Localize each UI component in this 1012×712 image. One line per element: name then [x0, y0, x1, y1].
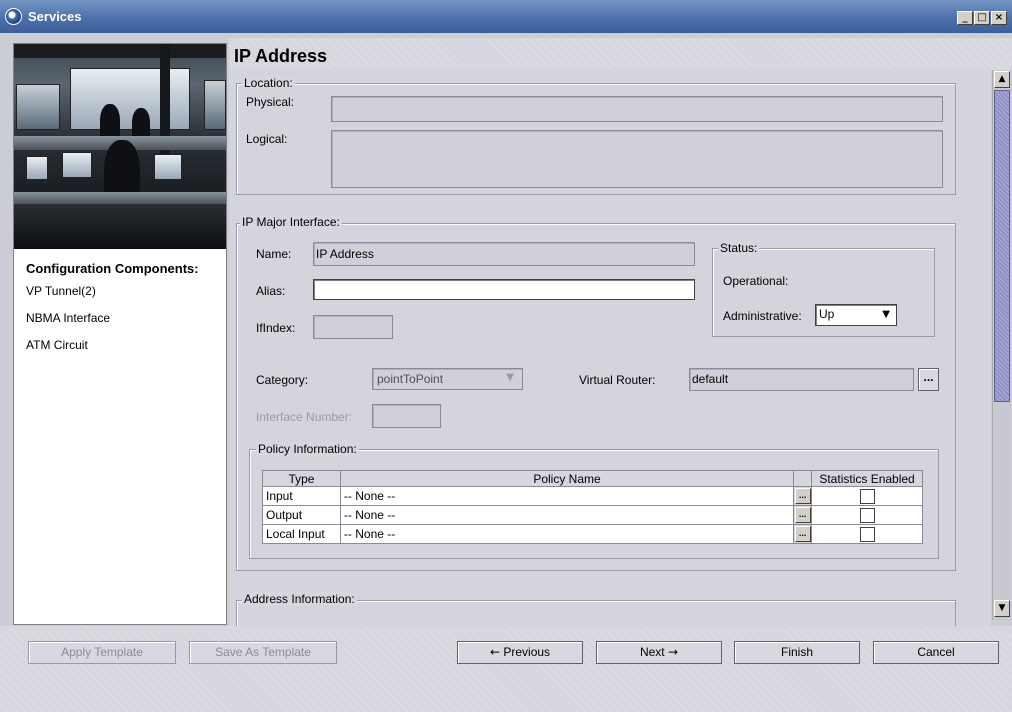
logical-label: Logical:: [246, 132, 288, 146]
policy-table: Type Policy Name Statistics Enabled Inpu…: [262, 470, 923, 544]
virtual-router-browse-button[interactable]: ...: [918, 368, 939, 391]
name-field[interactable]: IP Address: [313, 242, 695, 266]
left-panel: Configuration Components: VP Tunnel(2) N…: [13, 43, 227, 625]
policy-name-cell[interactable]: -- None --: [339, 524, 795, 544]
cancel-button[interactable]: Cancel: [873, 641, 999, 664]
statistics-enabled-cell: [811, 486, 923, 506]
policy-browse-cell: ...: [793, 524, 813, 544]
statistics-enabled-cell: [811, 524, 923, 544]
operational-label: Operational:: [723, 274, 789, 288]
scroll-down-button[interactable]: ▼: [994, 600, 1010, 617]
policy-name-cell[interactable]: -- None --: [339, 505, 795, 525]
physical-field[interactable]: [331, 96, 943, 122]
table-row[interactable]: Output -- None -- ...: [262, 505, 923, 525]
maximize-button[interactable]: □: [974, 11, 990, 25]
configuration-components-heading: Configuration Components:: [26, 261, 199, 276]
next-button[interactable]: Next →: [596, 641, 722, 664]
administrative-label: Administrative:: [723, 309, 802, 323]
table-row[interactable]: Input -- None -- ...: [262, 486, 923, 506]
apply-template-button[interactable]: Apply Template: [28, 641, 176, 664]
finish-button[interactable]: Finish: [734, 641, 860, 664]
component-item-nbma-interface[interactable]: NBMA Interface: [26, 311, 110, 325]
policy-browse-button[interactable]: ...: [794, 507, 811, 523]
statistics-enabled-checkbox[interactable]: [859, 507, 875, 523]
component-item-atm-circuit[interactable]: ATM Circuit: [26, 338, 88, 352]
administrative-select[interactable]: Up ▼: [815, 304, 897, 326]
policy-type-cell: Output: [262, 505, 341, 525]
statistics-enabled-checkbox[interactable]: [859, 526, 875, 542]
policy-type-cell: Input: [262, 486, 341, 506]
ifindex-label: IfIndex:: [256, 321, 296, 335]
scroll-thumb[interactable]: [994, 90, 1010, 402]
policy-browse-cell: ...: [793, 505, 813, 525]
next-label: Next: [639, 645, 665, 659]
header-strip: [229, 38, 1012, 70]
administrative-value: Up: [819, 307, 835, 321]
previous-button[interactable]: ← Previous: [457, 641, 583, 664]
minimize-button[interactable]: _: [957, 11, 973, 25]
logical-field[interactable]: [331, 130, 943, 188]
alias-label: Alias:: [256, 284, 286, 298]
arrow-right-icon: →: [667, 645, 679, 659]
arrow-left-icon: ←: [489, 645, 501, 659]
ifindex-field[interactable]: [313, 315, 393, 339]
title-bar[interactable]: Services _ □ ×: [0, 0, 1012, 33]
status-legend: Status:: [718, 241, 760, 255]
policy-browse-button[interactable]: ...: [794, 488, 811, 504]
vertical-scrollbar[interactable]: ▲ ▼: [992, 70, 1011, 620]
services-globe-icon: [5, 8, 22, 25]
previous-label: Previous: [503, 645, 551, 659]
interface-number-field[interactable]: [372, 404, 441, 428]
ip-major-interface-legend: IP Major Interface:: [240, 215, 342, 229]
form-content: Location: Physical: Logical: IP Major In…: [229, 70, 991, 626]
policy-browse-button[interactable]: ...: [794, 526, 811, 542]
scroll-up-button[interactable]: ▲: [994, 71, 1010, 88]
close-button[interactable]: ×: [991, 11, 1007, 25]
policy-type-cell: Local Input: [262, 524, 341, 544]
address-information-legend: Address Information:: [242, 592, 357, 606]
statistics-enabled-checkbox[interactable]: [859, 488, 875, 504]
chevron-down-icon: ▼: [506, 372, 514, 383]
alias-input[interactable]: [313, 279, 695, 300]
policy-table-header: Type Policy Name Statistics Enabled: [262, 470, 923, 487]
banner-image: [14, 44, 226, 249]
component-item-vp-tunnel[interactable]: VP Tunnel(2): [26, 284, 96, 298]
policy-browse-cell: ...: [793, 486, 813, 506]
virtual-router-label: Virtual Router:: [579, 373, 656, 387]
save-as-template-button[interactable]: Save As Template: [189, 641, 337, 664]
interface-number-label: Interface Number:: [256, 410, 353, 424]
virtual-router-field[interactable]: default: [689, 368, 914, 391]
column-header-policy-name[interactable]: Policy Name: [339, 470, 795, 487]
column-header-statistics-enabled[interactable]: Statistics Enabled: [811, 470, 923, 487]
category-select[interactable]: pointToPoint ▼: [372, 368, 523, 390]
window-title: Services: [28, 9, 82, 24]
policy-name-cell[interactable]: -- None --: [339, 486, 795, 506]
column-header-browse: [793, 470, 813, 487]
column-header-type[interactable]: Type: [262, 470, 341, 487]
policy-information-legend: Policy Information:: [256, 442, 359, 456]
name-label: Name:: [256, 247, 292, 261]
page-title: IP Address: [234, 46, 328, 66]
location-legend: Location:: [242, 76, 295, 90]
statistics-enabled-cell: [811, 505, 923, 525]
button-bar: Apply Template Save As Template ← Previo…: [0, 626, 1012, 712]
table-row[interactable]: Local Input -- None -- ...: [262, 524, 923, 544]
category-label: Category:: [256, 373, 309, 387]
chevron-down-icon[interactable]: ▼: [882, 309, 890, 320]
category-value: pointToPoint: [377, 372, 444, 386]
physical-label: Physical:: [246, 95, 295, 109]
